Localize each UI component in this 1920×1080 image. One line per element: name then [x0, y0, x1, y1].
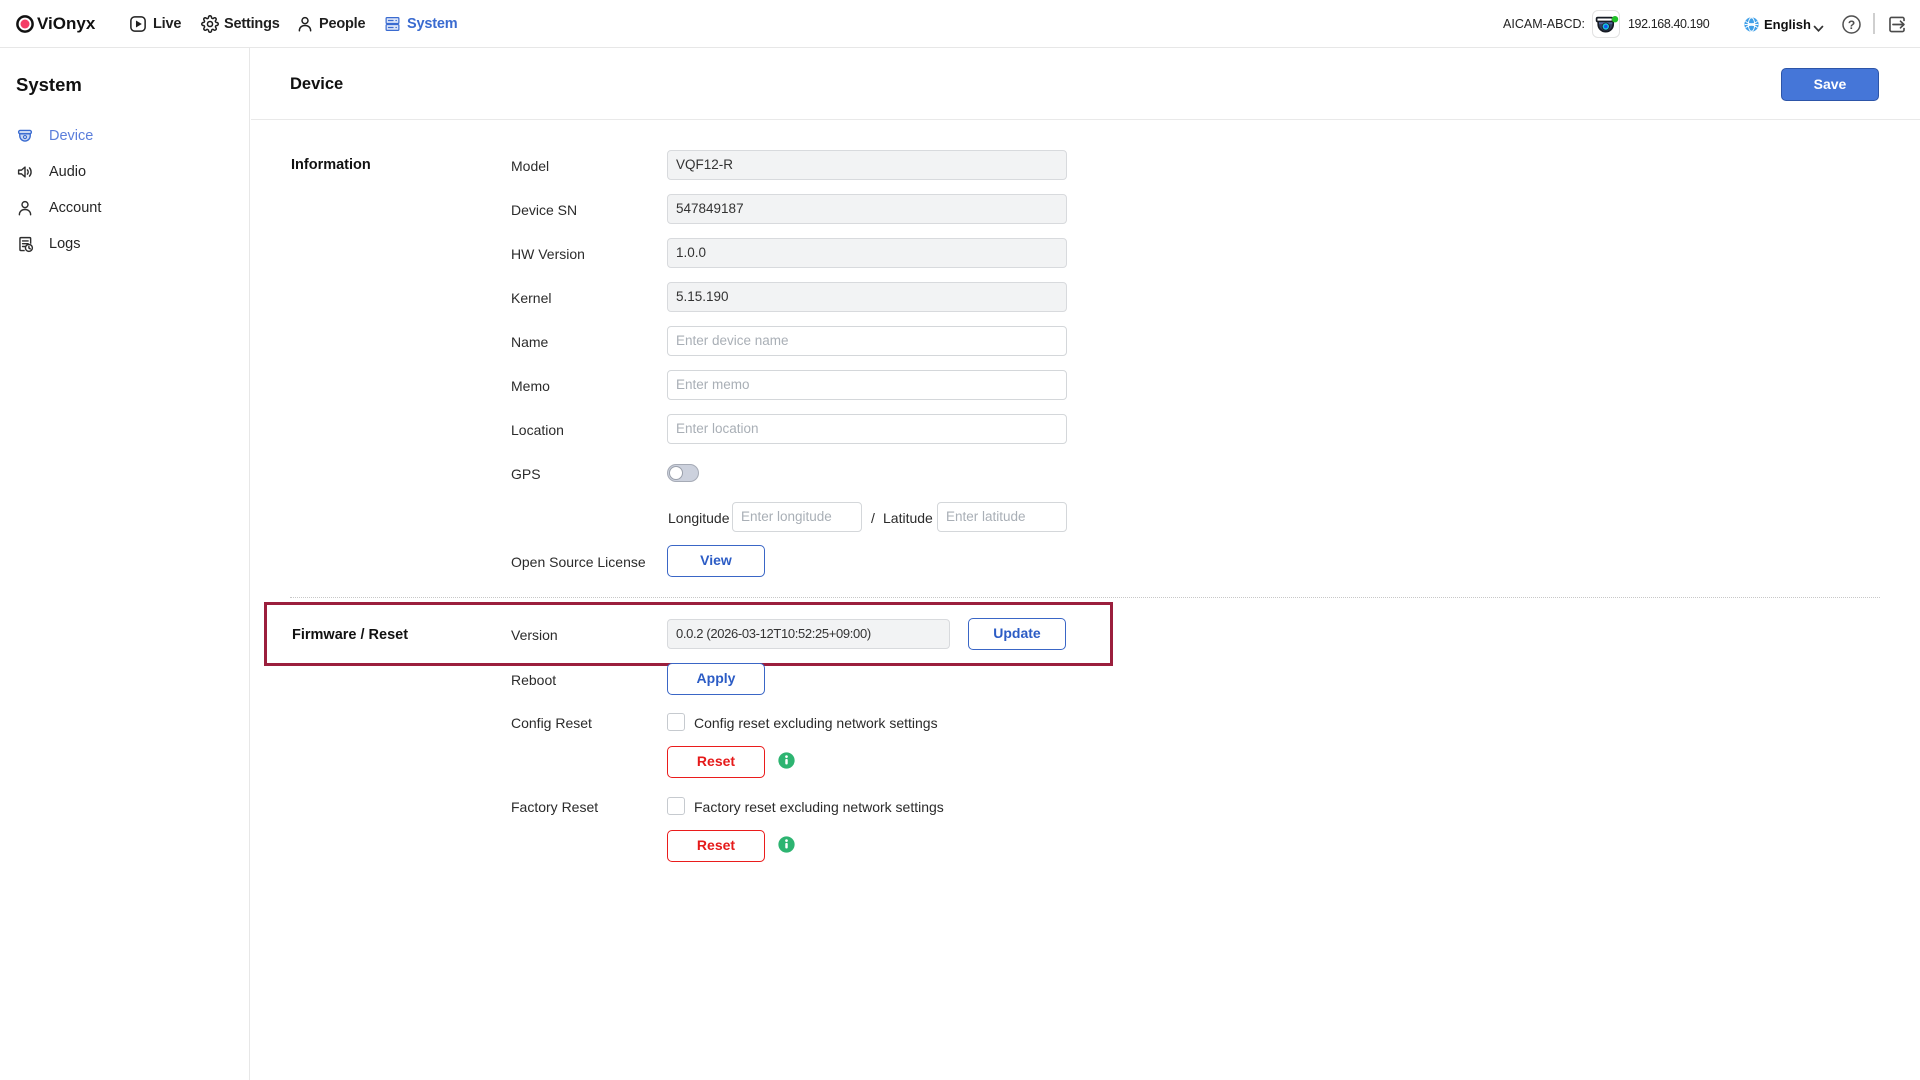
svg-text:?: ?	[1848, 18, 1855, 32]
